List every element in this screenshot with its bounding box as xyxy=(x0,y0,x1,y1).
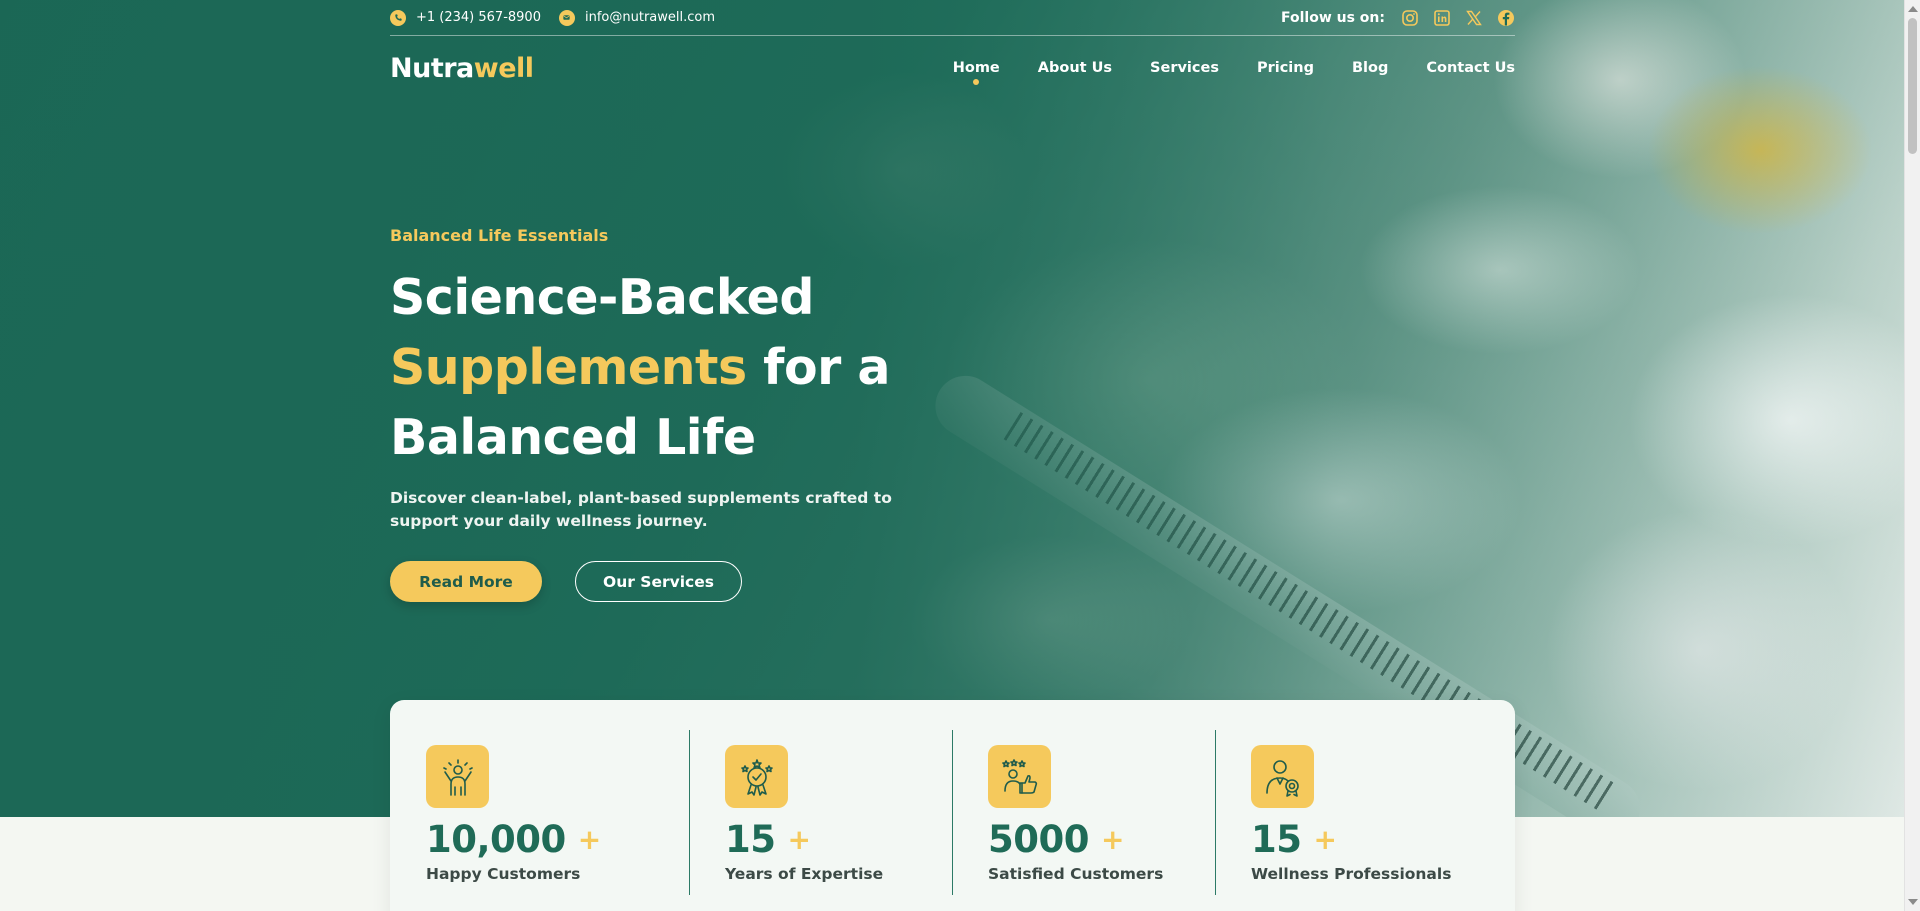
stat-number: 15 xyxy=(725,818,776,861)
follow-label: Follow us on: xyxy=(1281,9,1385,26)
linkedin-icon[interactable] xyxy=(1433,9,1451,27)
stat-item: 15 + Years of Expertise xyxy=(689,730,952,911)
email-contact[interactable]: info@nutrawell.com xyxy=(558,9,716,26)
professional-badge-icon xyxy=(1251,745,1314,808)
instagram-icon[interactable] xyxy=(1401,9,1419,27)
stat-label: Satisfied Customers xyxy=(988,865,1164,883)
headline-line2-rest: for a xyxy=(746,339,890,396)
stat-item: 10,000 + Happy Customers xyxy=(426,730,689,911)
email-address: info@nutrawell.com xyxy=(584,10,716,25)
stat-plus: + xyxy=(577,823,601,856)
nutrawell-logo[interactable]: Nutrawell xyxy=(390,53,534,84)
nav-item-blog[interactable]: Blog xyxy=(1352,60,1388,76)
hero-headline: Science-Backed Supplements for a Balance… xyxy=(390,263,990,473)
headline-accent: Supplements xyxy=(390,339,747,396)
hero-content: Balanced Life Essentials Science-Backed … xyxy=(390,226,990,602)
read-more-button[interactable]: Read More xyxy=(390,561,542,602)
stat-item: 15 + Wellness Professionals xyxy=(1215,730,1465,911)
hero-eyebrow: Balanced Life Essentials xyxy=(390,226,609,245)
nav-item-home[interactable]: Home xyxy=(953,60,1000,85)
scroll-up-arrow-icon[interactable] xyxy=(1908,6,1918,12)
nav-item-pricing[interactable]: Pricing xyxy=(1257,60,1314,76)
our-services-button[interactable]: Our Services xyxy=(575,561,742,602)
top-bar: +1 (234) 567-8900 info@nutrawell.com Fol… xyxy=(390,0,1515,36)
headline-line3: Balanced Life xyxy=(390,409,756,466)
nav-item-services[interactable]: Services xyxy=(1150,60,1219,76)
stats-card: 10,000 + Happy Customers 15 + Years of Exp… xyxy=(390,700,1515,911)
stat-value: 5000 + xyxy=(988,818,1215,861)
celebrating-person-icon xyxy=(426,745,489,808)
stat-value: 10,000 + xyxy=(426,818,689,861)
stat-item: 5000 + Satisfied Customers xyxy=(952,730,1215,911)
nav-links: Home About Us Services Pricing Blog Cont… xyxy=(953,60,1515,85)
x-icon[interactable] xyxy=(1465,9,1483,27)
facebook-icon[interactable] xyxy=(1497,9,1515,27)
scrollbar-thumb[interactable] xyxy=(1908,18,1917,154)
logo-text-part2: well xyxy=(473,52,534,84)
headline-line1: Science-Backed xyxy=(390,269,814,326)
stat-value: 15 + xyxy=(725,818,952,861)
stat-divider xyxy=(952,730,953,895)
stat-value: 15 + xyxy=(1251,818,1465,861)
nav-item-contact-us[interactable]: Contact Us xyxy=(1426,60,1515,76)
main-navbar: Nutrawell Home About Us Services Pricing… xyxy=(390,48,1515,88)
stat-label: Happy Customers xyxy=(426,865,581,883)
page-scrollbar[interactable] xyxy=(1904,0,1920,911)
stat-divider xyxy=(1215,730,1216,895)
stat-label: Years of Expertise xyxy=(725,865,884,883)
nav-item-about-us[interactable]: About Us xyxy=(1038,60,1112,76)
hero-buttons: Read More Our Services xyxy=(390,561,990,602)
contact-info: +1 (234) 567-8900 info@nutrawell.com xyxy=(390,9,723,26)
stat-label: Wellness Professionals xyxy=(1251,865,1452,883)
stat-divider xyxy=(689,730,690,895)
stat-number: 15 xyxy=(1251,818,1302,861)
stat-plus: + xyxy=(1313,823,1337,856)
stat-number: 10,000 xyxy=(426,818,566,861)
hero-description: Discover clean-label, plant-based supple… xyxy=(390,489,892,530)
social-links: Follow us on: xyxy=(1281,9,1515,27)
stat-number: 5000 xyxy=(988,818,1089,861)
thumbs-up-rating-icon xyxy=(988,745,1051,808)
stat-plus: + xyxy=(1100,823,1124,856)
award-medal-icon xyxy=(725,745,788,808)
scroll-down-arrow-icon[interactable] xyxy=(1908,899,1918,905)
phone-number: +1 (234) 567-8900 xyxy=(416,10,541,25)
email-icon xyxy=(558,9,575,26)
phone-icon xyxy=(390,9,406,26)
stat-plus: + xyxy=(787,823,811,856)
logo-text-part1: Nutra xyxy=(390,52,474,84)
phone-contact[interactable]: +1 (234) 567-8900 xyxy=(390,9,541,26)
